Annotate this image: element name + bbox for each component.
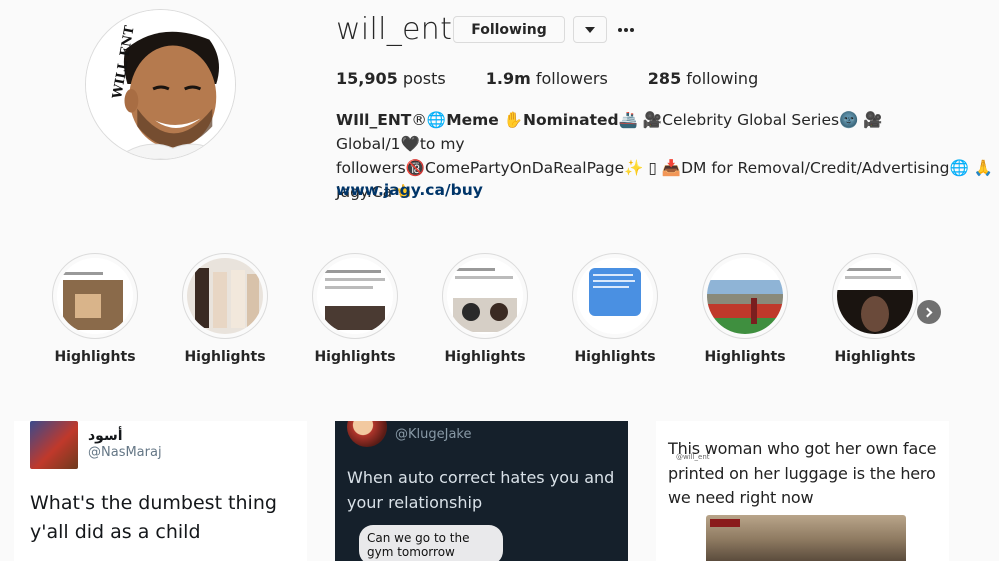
following-count: 285: [647, 69, 682, 88]
highlight-cover-5: [577, 258, 653, 334]
post-tile[interactable]: أسود @NasMaraj What's the dumbest thing …: [14, 421, 307, 561]
highlight-cover-4: [447, 258, 523, 334]
highlight-item[interactable]: Highlights: [175, 253, 275, 365]
highlight-cover-1: [57, 258, 133, 334]
posts-count: 15,905: [336, 69, 398, 88]
bio-symbols-2: ✋: [498, 111, 524, 129]
followers-count: 1.9m: [485, 69, 531, 88]
ellipsis-icon: [618, 27, 634, 32]
story-highlights-tray: Highlights Highlights Highlights Highlig…: [45, 253, 945, 373]
post-tile[interactable]: @KlugeJake When auto correct hates you a…: [335, 421, 628, 561]
bio-line-1: WIll_ENT®🌐Meme ✋Nominated🚢 🎥Celebrity Gl…: [336, 108, 946, 156]
highlight-label: Highlights: [574, 349, 656, 365]
tweet-author-handle: @NasMaraj: [88, 445, 162, 460]
highlight-item[interactable]: Highlights: [45, 253, 145, 365]
post-caption-text: This woman who got her own face printed …: [668, 439, 937, 507]
profile-username: will_ent: [336, 12, 453, 47]
tweet-text: When auto correct hates you and your rel…: [347, 468, 615, 512]
bio-name: WIll_ENT: [336, 111, 412, 129]
highlight-item[interactable]: Highlights: [305, 253, 405, 365]
highlight-item[interactable]: Highlights: [565, 253, 665, 365]
highlight-item[interactable]: Highlights: [825, 253, 925, 365]
tweet-avatar: [347, 421, 387, 447]
chevron-down-icon: [585, 26, 595, 33]
highlight-item[interactable]: Highlights: [695, 253, 795, 365]
profile-avatar: WILL ENT: [85, 9, 236, 160]
followers-stat[interactable]: 1.9m followers: [486, 69, 608, 88]
chevron-right-icon: [922, 307, 933, 317]
tweet-author-handle: @KlugeJake: [395, 427, 472, 442]
suggestions-dropdown-button[interactable]: [573, 16, 607, 43]
bio-nominated: Nominated: [523, 111, 619, 129]
highlight-label: Highlights: [314, 349, 396, 365]
bio-symbols-1: ®🌐: [411, 111, 447, 129]
highlight-label: Highlights: [834, 349, 916, 365]
following-stat[interactable]: 285 following: [648, 69, 758, 88]
highlight-cover-7: [837, 258, 913, 334]
tweet-avatar: [30, 421, 78, 469]
highlights-next-button[interactable]: [917, 300, 941, 324]
more-options-button[interactable]: [617, 16, 635, 43]
followers-label: followers: [535, 69, 608, 88]
highlight-label: Highlights: [184, 349, 266, 365]
post-tile[interactable]: This woman who got her own face printed …: [656, 421, 949, 561]
highlight-label: Highlights: [704, 349, 786, 365]
bio-line-2: followers🔞ComePartyOnDaRealPage✨ ▯ 📥DM f…: [336, 159, 993, 177]
avatar-image: WILL ENT: [86, 10, 235, 159]
post-photo: [706, 515, 906, 561]
tweet-text: What's the dumbest thing y'all did as a …: [30, 492, 277, 543]
highlight-label: Highlights: [444, 349, 526, 365]
bio-website-link[interactable]: www.jagy.ca/buy: [336, 181, 483, 199]
tweet-author-name: أسود: [88, 428, 123, 444]
highlight-item[interactable]: Highlights: [435, 253, 535, 365]
posts-label: posts: [402, 69, 446, 88]
posts-stat: 15,905 posts: [336, 69, 446, 88]
following-button[interactable]: Following: [453, 16, 565, 43]
highlight-cover-2: [187, 258, 263, 334]
highlight-label: Highlights: [54, 349, 136, 365]
highlight-cover-6: [707, 258, 783, 334]
bio-meme: Meme: [446, 111, 499, 129]
message-bubble: Can we go to the gym tomorrow: [359, 525, 503, 561]
following-label: following: [686, 69, 759, 88]
highlight-cover-3: [317, 258, 393, 334]
watermark: @will_ent: [676, 453, 710, 461]
profile-stats: 15,905 posts 1.9m followers 285 followin…: [336, 69, 798, 88]
